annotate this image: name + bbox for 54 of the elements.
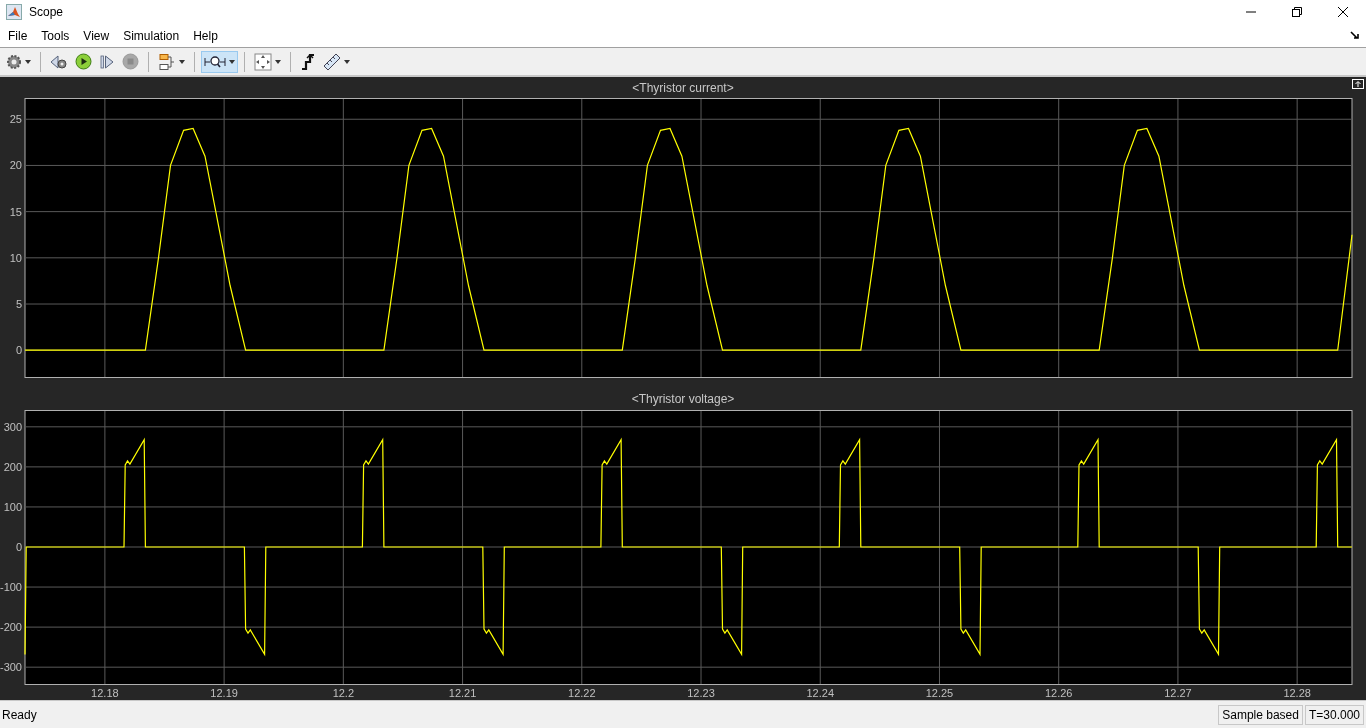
stop-tool-button[interactable]: [119, 50, 142, 73]
stop-icon: [122, 53, 139, 70]
y-tick-label: 0: [15, 541, 22, 553]
x-tick-label: 12.23: [687, 687, 715, 699]
restore-icon: [1292, 7, 1302, 17]
y-tick-label: 15: [9, 205, 22, 218]
menu-item[interactable]: File: [2, 25, 36, 46]
step-signal-icon: [300, 53, 316, 70]
x-tick-label: 12.2: [332, 687, 355, 699]
run-icon: [75, 53, 92, 70]
y-tick-label: 20: [9, 159, 22, 172]
run-tool-button[interactable]: [72, 50, 95, 73]
zoom-tool-button[interactable]: [201, 50, 238, 73]
x-tick-label: 12.24: [806, 687, 834, 699]
y-tick-label: -300: [0, 661, 22, 674]
y-tick-label: 100: [3, 500, 22, 513]
fit-tool-button[interactable]: [251, 50, 284, 73]
undock-arrow-icon[interactable]: [1350, 30, 1360, 40]
status-field: T=30.000: [1304, 705, 1364, 725]
window-title: Scope: [29, 5, 65, 19]
gear-icon: [6, 53, 22, 70]
x-tick-label: 12.21: [448, 687, 477, 699]
ruler-icon: [323, 52, 341, 71]
y-tick-label: 25: [9, 113, 22, 126]
x-tick-label: 12.28: [1283, 687, 1311, 699]
menu-item[interactable]: View: [77, 25, 118, 46]
status-field: Sample based: [1218, 705, 1303, 725]
menu-item[interactable]: Simulation: [117, 25, 188, 46]
y-tick-label: 0: [15, 344, 22, 357]
menu-item[interactable]: Tools: [35, 25, 78, 46]
block-diagram-icon: [158, 52, 176, 71]
fit-to-view-icon: [254, 52, 272, 71]
x-tick-label: 12.26: [1044, 687, 1073, 699]
step-forward-icon: [99, 53, 115, 70]
y-tick-label: 300: [3, 420, 22, 433]
maximize-icon[interactable]: [1352, 79, 1364, 89]
x-tick-label: 12.19: [210, 687, 238, 699]
x-tick-label: 12.25: [925, 687, 954, 699]
x-tick-label: 12.22: [568, 687, 596, 699]
x-tick-label: 12.27: [1164, 687, 1192, 699]
y-tick-label: -200: [0, 621, 22, 634]
zoom-x-icon: [204, 54, 226, 69]
status-text: Ready: [2, 708, 38, 722]
plot-title: <Thyristor current>: [632, 80, 734, 95]
y-tick-label: 10: [9, 251, 22, 264]
x-tick-label: 12.18: [91, 687, 119, 699]
menu-item[interactable]: Help: [187, 25, 226, 46]
y-tick-label: 200: [3, 460, 22, 473]
app-logo-icon: [6, 4, 22, 20]
plot-title: <Thyristor voltage>: [631, 392, 735, 406]
y-tick-label: -100: [0, 581, 22, 594]
close-icon: [1338, 7, 1348, 17]
step-back-icon: [50, 53, 68, 70]
y-tick-label: 5: [15, 298, 22, 310]
